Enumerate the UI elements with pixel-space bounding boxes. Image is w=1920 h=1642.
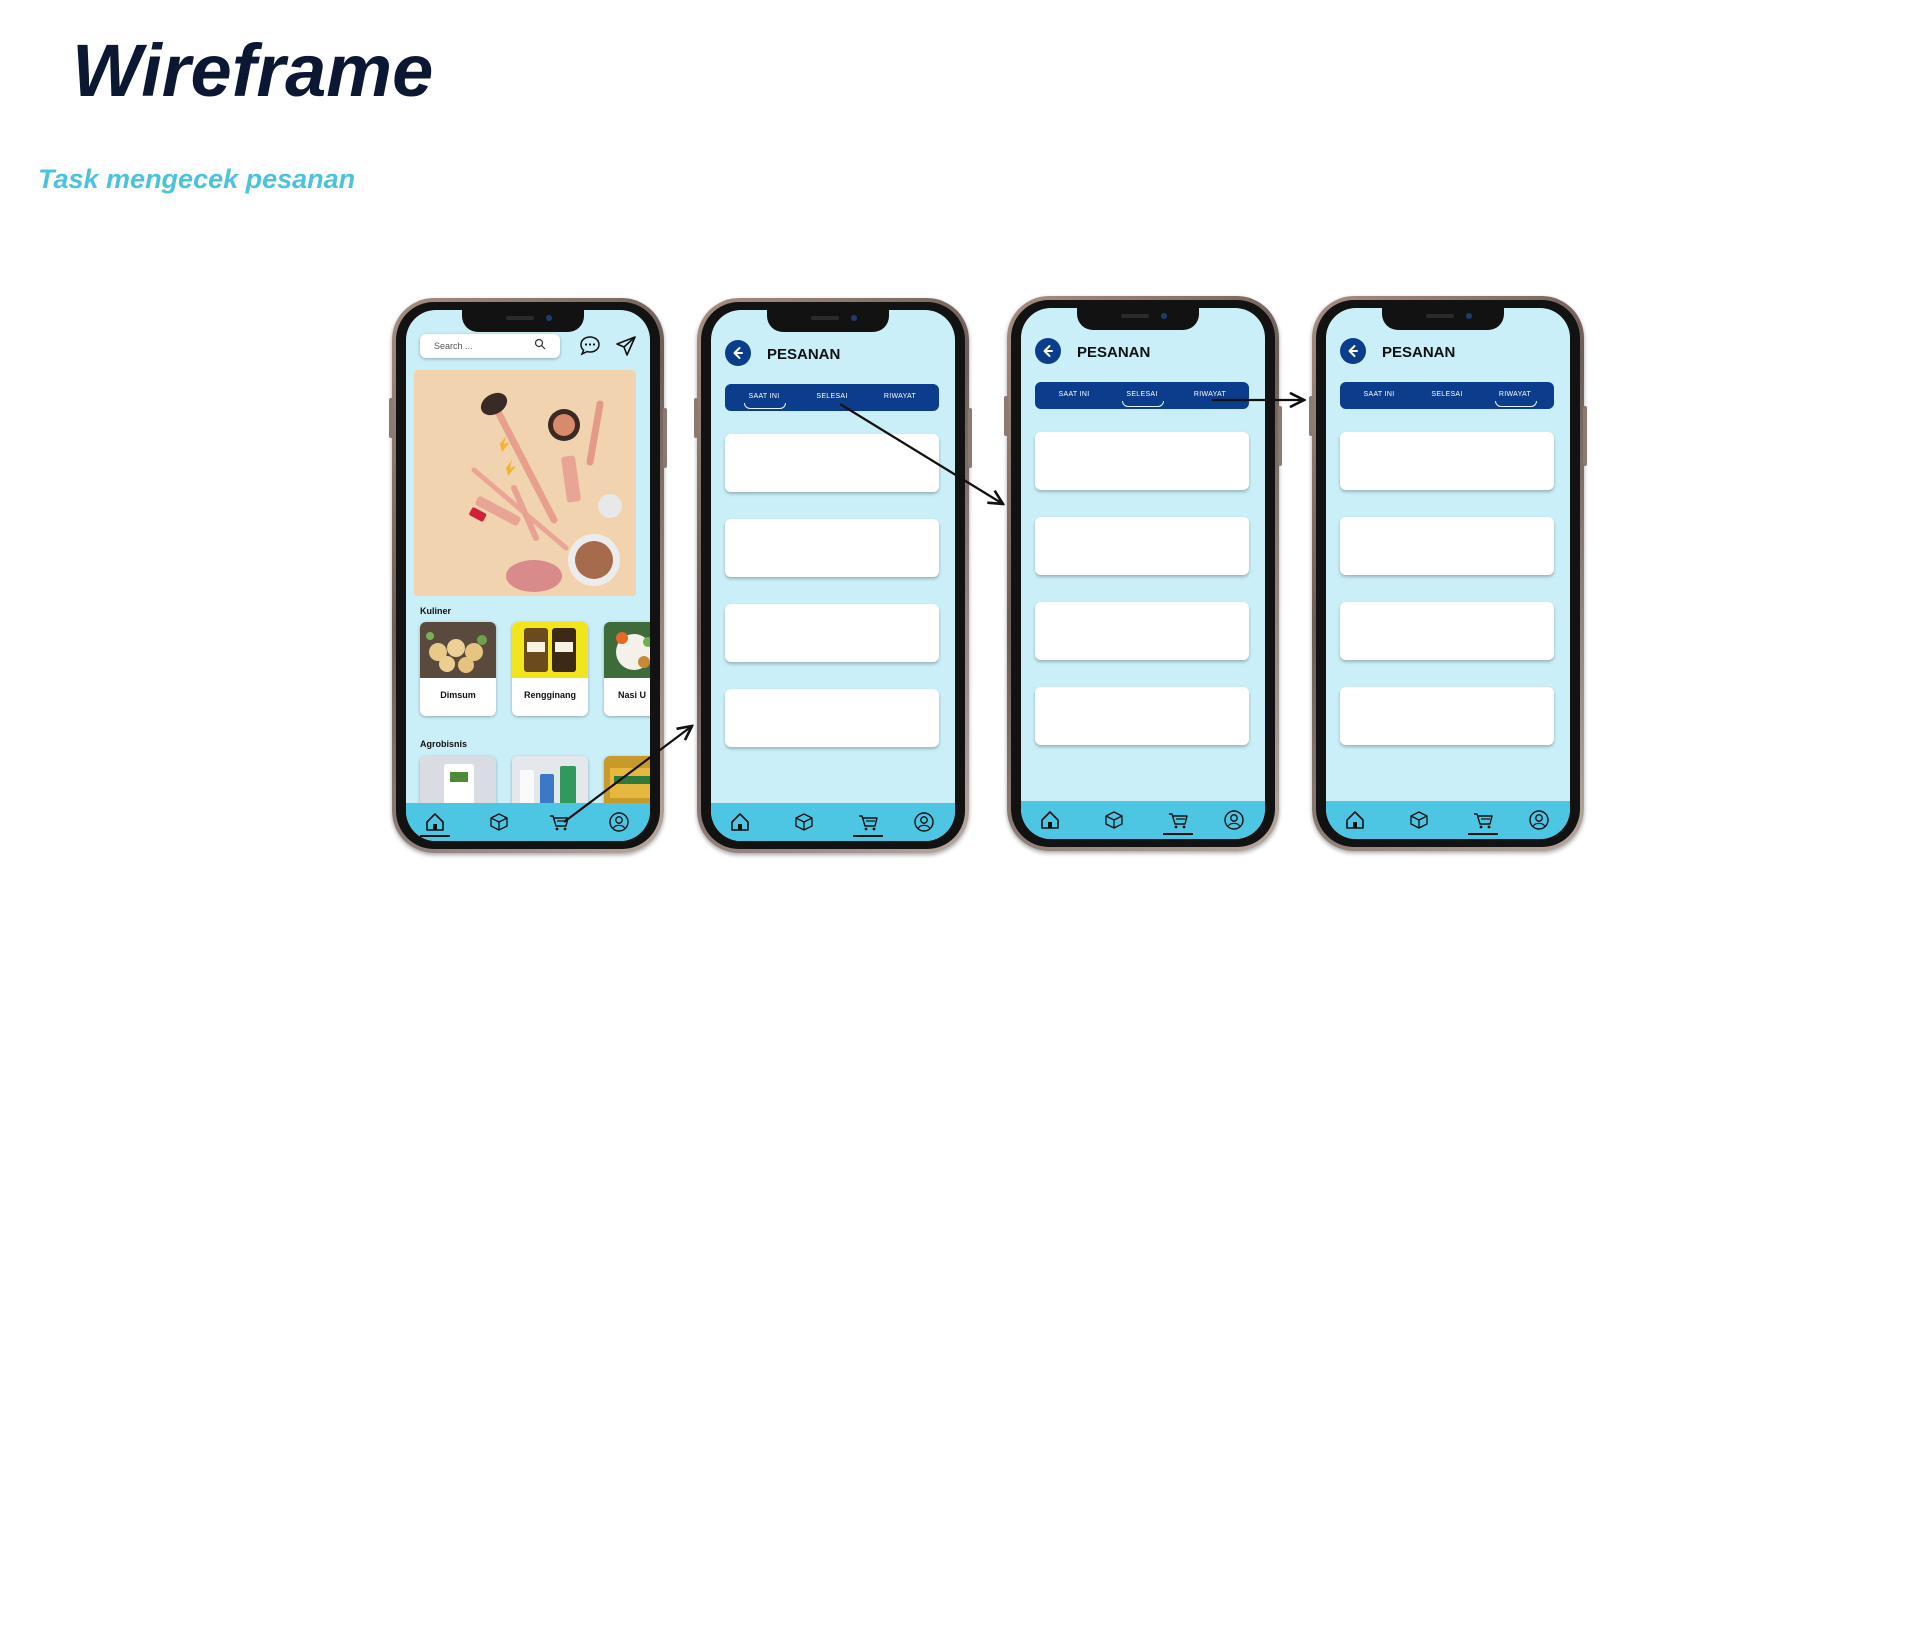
- home-icon[interactable]: [1344, 809, 1366, 831]
- order-card[interactable]: [725, 689, 939, 747]
- phone-orders-current: PESANAN SAAT INI SELESAI RIWAYAT: [694, 298, 972, 853]
- order-tabs: SAAT INI SELESAI RIWAYAT: [1035, 382, 1249, 409]
- product-card-rengginang[interactable]: Rengginang: [512, 622, 588, 716]
- product-name: Dimsum: [440, 690, 476, 700]
- home-icon[interactable]: [1039, 809, 1061, 831]
- tab-selesai[interactable]: SELESAI: [1414, 391, 1480, 398]
- arrow-left-icon: [733, 347, 743, 359]
- phone-home: Search ... Kuliner Dimsum Rengginang Nas…: [389, 298, 667, 853]
- home-screen: Search ... Kuliner Dimsum Rengginang Nas…: [406, 310, 650, 841]
- promo-banner[interactable]: [414, 370, 636, 596]
- send-icon[interactable]: [614, 334, 638, 358]
- box-icon[interactable]: [488, 811, 510, 833]
- search-icon: [534, 338, 546, 350]
- order-card[interactable]: [1340, 517, 1554, 575]
- bottom-navbar: [711, 803, 955, 841]
- back-button[interactable]: [1035, 338, 1061, 364]
- order-tabs: SAAT INI SELESAI RIWAYAT: [725, 384, 939, 411]
- tab-saat-ini[interactable]: SAAT INI: [1041, 391, 1107, 398]
- chat-icon[interactable]: [578, 334, 602, 358]
- orders-title: PESANAN: [767, 346, 841, 363]
- product-name: Nasi U: [618, 690, 647, 700]
- cart-icon[interactable]: [1472, 809, 1494, 831]
- page-title: Wireframe: [72, 29, 434, 112]
- tab-riwayat[interactable]: RIWAYAT: [867, 393, 933, 400]
- order-card[interactable]: [725, 519, 939, 577]
- arrow-left-icon: [1348, 345, 1358, 357]
- tab-saat-ini[interactable]: SAAT INI: [731, 393, 797, 400]
- orders-screen: PESANAN SAAT INI SELESAI RIWAYAT: [1021, 308, 1265, 839]
- nav-active-indicator: [853, 835, 883, 837]
- nasi-image: [604, 622, 650, 678]
- tab-selesai[interactable]: SELESAI: [799, 393, 865, 400]
- nav-active-indicator: [1163, 833, 1193, 835]
- box-icon[interactable]: [1103, 809, 1125, 831]
- active-tab-indicator: [744, 403, 786, 409]
- active-tab-indicator: [1495, 401, 1537, 407]
- dimsum-image: [420, 622, 496, 678]
- user-icon[interactable]: [608, 811, 630, 833]
- nav-active-indicator: [420, 835, 450, 837]
- product-card-nasi[interactable]: Nasi U: [604, 622, 650, 716]
- order-card[interactable]: [1035, 517, 1249, 575]
- tab-saat-ini[interactable]: SAAT INI: [1346, 391, 1412, 398]
- nav-active-indicator: [1468, 833, 1498, 835]
- tab-riwayat[interactable]: RIWAYAT: [1177, 391, 1243, 398]
- home-icon[interactable]: [424, 811, 446, 833]
- phone-orders-done: PESANAN SAAT INI SELESAI RIWAYAT: [1004, 296, 1282, 851]
- box-icon[interactable]: [1408, 809, 1430, 831]
- section-label-kuliner: Kuliner: [420, 606, 452, 616]
- orders-title: PESANAN: [1382, 344, 1456, 361]
- cart-icon[interactable]: [548, 811, 570, 833]
- order-card[interactable]: [1035, 687, 1249, 745]
- arrow-left-icon: [1043, 345, 1053, 357]
- order-card[interactable]: [1340, 432, 1554, 490]
- back-button[interactable]: [725, 340, 751, 366]
- product-card-dimsum[interactable]: Dimsum: [420, 622, 496, 716]
- order-card[interactable]: [725, 434, 939, 492]
- orders-title: PESANAN: [1077, 344, 1151, 361]
- active-tab-indicator: [1122, 401, 1164, 407]
- search-placeholder: Search ...: [434, 341, 473, 351]
- section-label-agrobisnis: Agrobisnis: [420, 739, 468, 749]
- orders-screen: PESANAN SAAT INI SELESAI RIWAYAT: [711, 310, 955, 841]
- order-card[interactable]: [1340, 687, 1554, 745]
- product-name: Rengginang: [524, 690, 576, 700]
- box-icon[interactable]: [793, 811, 815, 833]
- orders-screen: PESANAN SAAT INI SELESAI RIWAYAT: [1326, 308, 1570, 839]
- bottom-navbar: [1021, 801, 1265, 839]
- order-card[interactable]: [1035, 432, 1249, 490]
- user-icon[interactable]: [1223, 809, 1245, 831]
- order-tabs: SAAT INI SELESAI RIWAYAT: [1340, 382, 1554, 409]
- order-card[interactable]: [1340, 602, 1554, 660]
- cart-icon[interactable]: [1167, 809, 1189, 831]
- order-card[interactable]: [725, 604, 939, 662]
- task-subtitle: Task mengecek pesanan: [38, 164, 356, 194]
- home-icon[interactable]: [729, 811, 751, 833]
- user-icon[interactable]: [1528, 809, 1550, 831]
- user-icon[interactable]: [913, 811, 935, 833]
- phone-orders-history: PESANAN SAAT INI SELESAI RIWAYAT: [1309, 296, 1587, 851]
- tab-riwayat[interactable]: RIWAYAT: [1482, 391, 1548, 398]
- bottom-navbar: [1326, 801, 1570, 839]
- tab-selesai[interactable]: SELESAI: [1109, 391, 1175, 398]
- rengginang-image: [512, 622, 588, 678]
- cosmetics-banner-image: [414, 370, 636, 596]
- bottom-navbar: [406, 803, 650, 841]
- order-card[interactable]: [1035, 602, 1249, 660]
- cart-icon[interactable]: [857, 811, 879, 833]
- search-input[interactable]: Search ...: [420, 334, 560, 358]
- back-button[interactable]: [1340, 338, 1366, 364]
